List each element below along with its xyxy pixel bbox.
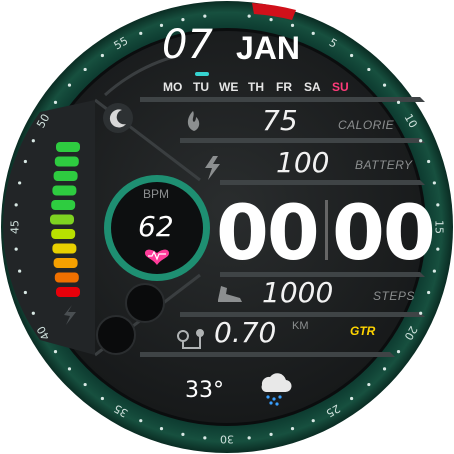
bezel-tick bbox=[18, 269, 22, 273]
bezel-tick bbox=[419, 311, 423, 315]
calorie-label: CALORIE bbox=[338, 118, 395, 132]
activity-segment bbox=[56, 287, 80, 297]
bezel-tick bbox=[350, 53, 354, 58]
bezel-number: 15 bbox=[433, 220, 446, 234]
distance-unit: KM bbox=[292, 320, 309, 332]
activity-segment bbox=[54, 272, 79, 283]
bezel-tick bbox=[181, 18, 185, 22]
activity-segment bbox=[50, 214, 74, 225]
bezel-tick bbox=[53, 100, 58, 104]
steps-label: STEPS bbox=[373, 289, 415, 303]
bezel-tick bbox=[382, 367, 387, 371]
bezel-tick bbox=[350, 396, 354, 401]
date-month: JAN bbox=[236, 30, 301, 66]
bezel-tick bbox=[139, 419, 143, 423]
activity-segment bbox=[56, 142, 80, 152]
active-day-indicator bbox=[195, 72, 209, 76]
complication-slot-2[interactable] bbox=[96, 315, 136, 355]
activity-segment bbox=[51, 200, 76, 210]
bezel-tick bbox=[290, 427, 295, 431]
bezel-tick bbox=[14, 203, 18, 207]
weekday-th: TH bbox=[248, 80, 264, 94]
bezel-tick bbox=[436, 247, 440, 251]
activity-segment bbox=[53, 258, 78, 268]
steps-value: 1000 bbox=[262, 276, 334, 309]
bezel-tick bbox=[203, 436, 207, 440]
bezel-tick bbox=[159, 427, 164, 431]
bezel-tick bbox=[181, 432, 185, 436]
bezel-tick bbox=[436, 203, 440, 207]
bezel-tick bbox=[432, 181, 436, 185]
bezel-tick bbox=[311, 31, 315, 35]
bezel-tick bbox=[83, 382, 87, 387]
activity-segment bbox=[52, 243, 77, 254]
bezel-tick bbox=[14, 247, 18, 251]
bezel-tick bbox=[367, 382, 371, 387]
bezel-tick bbox=[396, 100, 401, 104]
bezel-tick bbox=[100, 53, 104, 58]
bezel-tick bbox=[419, 139, 423, 143]
bpm-label: BPM bbox=[143, 187, 170, 201]
weekday-fr: FR bbox=[276, 80, 292, 94]
activity-segment bbox=[54, 156, 79, 167]
weekday-tu: TU bbox=[193, 80, 209, 94]
battery-label: BATTERY bbox=[355, 158, 413, 172]
weekday-we: WE bbox=[219, 80, 239, 94]
bezel-tick bbox=[396, 350, 401, 354]
activity-segment bbox=[53, 171, 78, 181]
bezel-tick bbox=[83, 67, 87, 72]
bezel-number: 30 bbox=[220, 433, 234, 446]
bezel-tick bbox=[269, 432, 273, 436]
activity-segment bbox=[52, 185, 77, 196]
bezel-number: 45 bbox=[9, 220, 22, 234]
complication-slot-1[interactable] bbox=[125, 283, 165, 323]
time-minutes: 00 bbox=[332, 188, 436, 277]
bezel-tick bbox=[427, 159, 431, 164]
bezel-tick bbox=[23, 290, 27, 295]
distance-value: 0.70 bbox=[214, 316, 277, 349]
bezel-tick bbox=[67, 83, 72, 87]
weekday-sa: SA bbox=[304, 80, 321, 94]
bezel-tick bbox=[31, 311, 35, 315]
bpm-value: 62 bbox=[138, 210, 174, 243]
temperature: 33° bbox=[185, 378, 224, 403]
bezel-tick bbox=[269, 18, 273, 22]
watch-face: 5 10 15 20 25 30 35 40 45 50 55 07 JAN MO TU WE TH… bbox=[0, 0, 454, 454]
bezel-tick bbox=[247, 436, 251, 440]
bezel-tick bbox=[67, 367, 72, 371]
bezel-tick bbox=[53, 350, 58, 354]
bezel-tick bbox=[18, 181, 22, 185]
brand-logo: GTR bbox=[350, 324, 376, 338]
date-day: 07 bbox=[162, 22, 213, 68]
weekday-su: SU bbox=[332, 80, 349, 94]
bezel-tick bbox=[367, 67, 371, 72]
battery-value: 100 bbox=[276, 146, 330, 179]
moon-icon-bg bbox=[103, 103, 133, 133]
bezel-tick bbox=[139, 31, 143, 35]
bezel-tick bbox=[382, 83, 387, 87]
bezel-tick bbox=[23, 159, 27, 164]
calorie-value: 75 bbox=[262, 104, 298, 137]
bezel-tick bbox=[290, 23, 295, 27]
bezel-tick bbox=[311, 419, 315, 423]
bezel-tick bbox=[100, 396, 104, 401]
weekday-mo: MO bbox=[163, 80, 183, 94]
activity-segment bbox=[51, 229, 76, 239]
bezel-tick bbox=[247, 14, 251, 18]
bezel-tick bbox=[427, 290, 431, 295]
bezel-tick bbox=[203, 14, 207, 18]
time-divider bbox=[325, 200, 328, 260]
bezel-tick bbox=[31, 139, 35, 143]
time-hours: 00 bbox=[216, 188, 320, 277]
